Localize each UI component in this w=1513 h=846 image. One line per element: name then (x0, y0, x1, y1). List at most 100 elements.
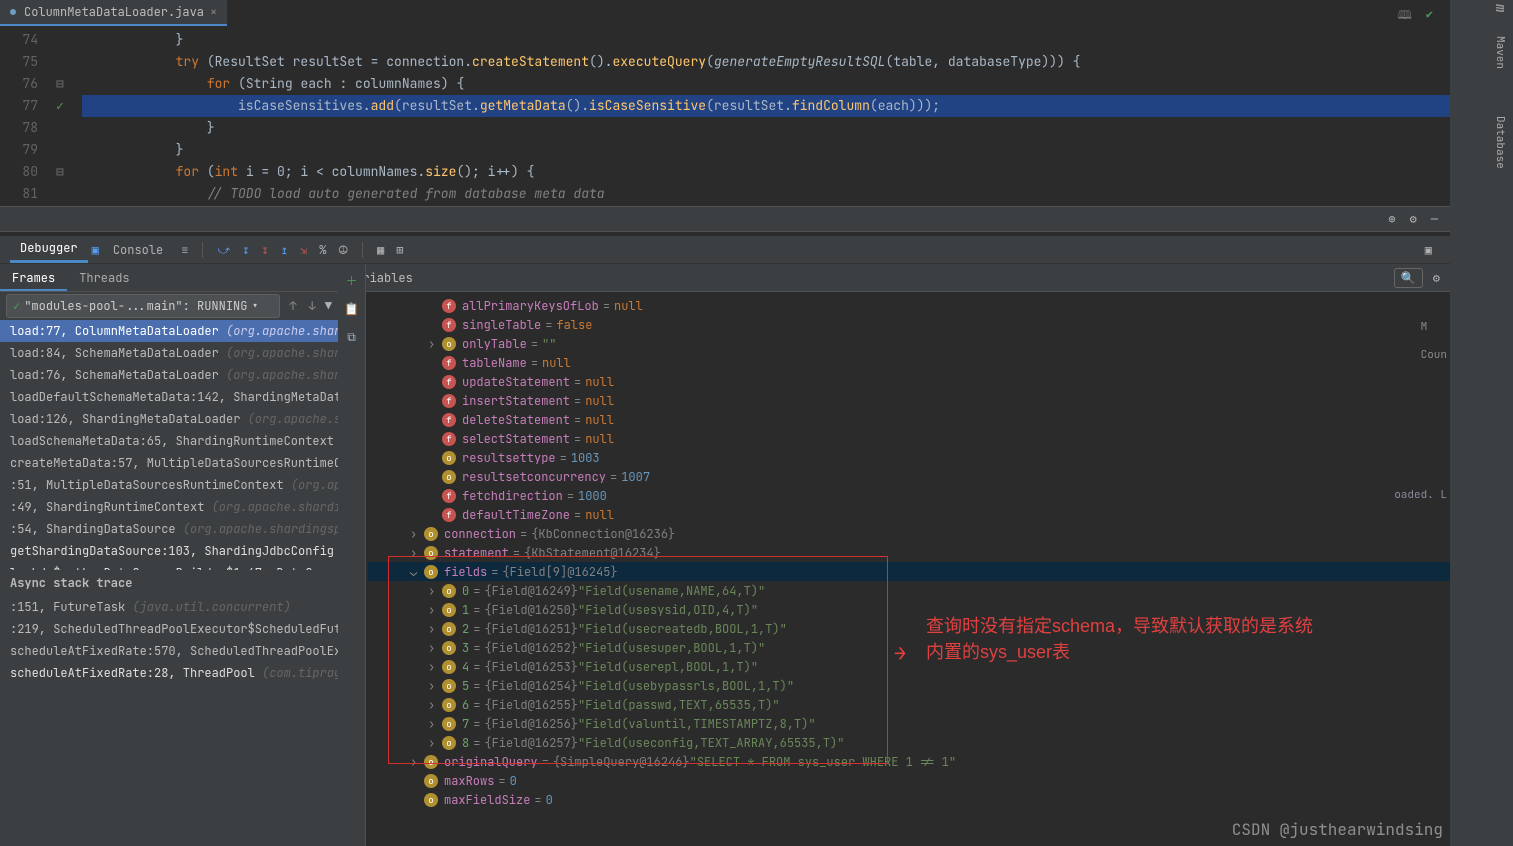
run-to-cursor-icon[interactable]: % (315, 242, 330, 258)
annotation-line2: 内置的sys_user表 (926, 638, 1070, 664)
variable-node[interactable]: omaxRows = 0 (368, 771, 1450, 790)
async-frame-list[interactable]: :151, FutureTask (java.util.concurrent):… (0, 596, 338, 846)
file-tab[interactable]: ColumnMetaDataLoader.java × (0, 0, 227, 26)
variables-header: Variables 🔍 ⚙ (338, 264, 1450, 292)
add-watch-icon[interactable]: ＋ (345, 272, 357, 289)
step-over-icon[interactable]: ⤻ (213, 242, 234, 258)
variable-node[interactable]: ›o3 = {Field@16252} "Field(usesuper,BOOL… (368, 638, 1450, 657)
step-out-icon[interactable]: ↥ (277, 242, 292, 258)
settings-icon[interactable]: ⚙ (1410, 211, 1417, 227)
annotation-arrow-icon: → (894, 640, 906, 666)
debug-tabs-bar: Debugger ▣ Console ≡ ⤻ ↧ ↧ ↥ ⇲ % ⦹ ▦ ⊞ ▣ (0, 236, 1450, 264)
frames-panel: Frames Threads ✓ "modules-pool-...main":… (0, 264, 338, 846)
threads-icon[interactable]: ≡ (177, 242, 192, 258)
variable-node[interactable]: fupdateStatement = null (368, 372, 1450, 391)
frames-toolbar: ✓ "modules-pool-...main": RUNNING ▾ ↑ ↓ … (0, 292, 338, 320)
database-tool-button[interactable]: Database (1491, 110, 1509, 175)
stack-frame[interactable]: getShardingDataSource:103, ShardingJdbcC… (0, 540, 338, 562)
variables-panel: Variables 🔍 ⚙ fallPrimaryKeysOfLob = nul… (338, 264, 1450, 846)
calculator-icon[interactable]: ▦ (373, 242, 388, 258)
stack-frame[interactable]: load:84, SchemaMetaDataLoader (org.apach… (0, 342, 338, 364)
next-frame-icon[interactable]: ↓ (306, 298, 319, 314)
separator (362, 242, 363, 258)
variable-node[interactable]: ffetchdirection = 1000 (368, 486, 1450, 505)
variable-node[interactable]: ›o7 = {Field@16256} "Field(valuntil,TIME… (368, 714, 1450, 733)
variable-node[interactable]: ›o4 = {Field@16253} "Field(userepl,BOOL,… (368, 657, 1450, 676)
loaded-text: oaded. L (1394, 488, 1447, 502)
reader-mode-icon[interactable]: 🕮 (1398, 6, 1412, 27)
link-icon[interactable]: ⧉ (347, 329, 356, 345)
stack-frame[interactable]: :51, MultipleDataSourcesRuntimeContext (… (0, 474, 338, 496)
variable-node[interactable]: ›oonlyTable = "" (368, 334, 1450, 353)
console-icon: ▣ (92, 242, 99, 258)
debugger-tab[interactable]: Debugger (10, 236, 88, 263)
thread-selector-dropdown[interactable]: ✓ "modules-pool-...main": RUNNING ▾ (6, 294, 280, 318)
variable-node[interactable]: fsingleTable = false (368, 315, 1450, 334)
editor-top-icons: 🕮 ✔ (1398, 6, 1433, 27)
step-into-icon[interactable]: ↧ (238, 242, 253, 258)
threads-tab[interactable]: Threads (67, 264, 141, 291)
variable-node[interactable]: omaxFieldSize = 0 (368, 790, 1450, 809)
check-icon: ✓ (13, 298, 20, 314)
gear-icon[interactable]: ⚙ (1433, 270, 1440, 286)
stack-frame[interactable]: :54, ShardingDataSource (org.apache.shar… (0, 518, 338, 540)
variable-node[interactable]: ›o0 = {Field@16249} "Field(usename,NAME,… (368, 581, 1450, 600)
stack-frame[interactable]: load:126, ShardingMetaDataLoader (org.ap… (0, 408, 338, 430)
stack-frame[interactable]: load:77, ColumnMetaDataLoader (org.apach… (0, 320, 338, 342)
variable-node[interactable]: oresultsettype = 1003 (368, 448, 1450, 467)
close-icon[interactable]: × (210, 4, 217, 20)
separator (202, 242, 203, 258)
stack-frame[interactable]: load:76, SchemaMetaDataLoader (org.apach… (0, 364, 338, 386)
variable-node[interactable]: ›ostatement = {KbStatement@16234} (368, 543, 1450, 562)
variable-node[interactable]: fdefaultTimeZone = null (368, 505, 1450, 524)
variable-node[interactable]: fdeleteStatement = null (368, 410, 1450, 429)
toolwindow-header-bar: ⊕ ⚙ — (0, 206, 1450, 232)
search-icon[interactable]: 🔍 (1394, 268, 1423, 288)
stack-frame[interactable]: :151, FutureTask (java.util.concurrent) (0, 596, 338, 618)
prev-frame-icon[interactable]: ↑ (286, 298, 299, 314)
force-step-into-icon[interactable]: ↧ (258, 242, 273, 258)
stack-frame[interactable]: loadSchemaMetaData:65, ShardingRuntimeCo… (0, 430, 338, 452)
variable-node[interactable]: oresultsetconcurrency = 1007 (368, 467, 1450, 486)
debug-panels: Frames Threads ✓ "modules-pool-...main":… (0, 264, 1450, 846)
variable-node[interactable]: ›o8 = {Field@16257} "Field(useconfig,TEX… (368, 733, 1450, 752)
variable-node[interactable]: finsertStatement = null (368, 391, 1450, 410)
layout-icon[interactable]: ⊞ (392, 242, 407, 258)
stack-frame[interactable]: scheduleAtFixedRate:570, ScheduledThread… (0, 640, 338, 662)
code-editor[interactable]: 7475767778798081 ⊟✓⊟ } try (ResultSet re… (0, 26, 1450, 206)
stack-frame[interactable]: loadDefaultSchemaMetaData:142, ShardingM… (0, 386, 338, 408)
frames-threads-tabs: Frames Threads (0, 264, 338, 292)
clipboard-icon[interactable]: 📋 (344, 301, 359, 317)
stack-frame[interactable]: :49, ShardingRuntimeContext (org.apache.… (0, 496, 338, 518)
variable-node[interactable]: ›oconnection = {KbConnection@16236} (368, 524, 1450, 543)
frame-list[interactable]: load:77, ColumnMetaDataLoader (org.apach… (0, 320, 338, 570)
frames-tab[interactable]: Frames (0, 264, 67, 291)
console-tab[interactable]: Console (103, 238, 173, 262)
variable-node[interactable]: ⌄ofields = {Field[9]@16245} (368, 562, 1450, 581)
stack-frame[interactable]: lambda$getLogDataSourceBuilder$1:67, Dat… (0, 562, 338, 570)
maven-tool-button[interactable]: Maven (1491, 30, 1509, 75)
variable-node[interactable]: ›o6 = {Field@16255} "Field(passwd,TEXT,6… (368, 695, 1450, 714)
variable-node[interactable]: ›o5 = {Field@16254} "Field(usebypassrls,… (368, 676, 1450, 695)
variable-node[interactable]: ›ooriginalQuery = {SimpleQuery@16246} "S… (368, 752, 1450, 771)
variable-node[interactable]: fselectStatement = null (368, 429, 1450, 448)
java-file-icon (10, 9, 16, 15)
stack-frame[interactable]: :219, ScheduledThreadPoolExecutor$Schedu… (0, 618, 338, 640)
stack-frame[interactable]: createMetaData:57, MultipleDataSourcesRu… (0, 452, 338, 474)
stack-frame[interactable]: scheduleAtFixedRate:28, ThreadPool (com.… (0, 662, 338, 684)
evaluate-icon[interactable]: ⦹ (334, 242, 352, 258)
file-tab-name: ColumnMetaDataLoader.java (24, 4, 204, 20)
code-content[interactable]: } try (ResultSet resultSet = connection.… (82, 29, 1450, 205)
line-number-gutter: 7475767778798081 (0, 26, 56, 205)
target-icon[interactable]: ⊕ (1388, 211, 1395, 227)
variable-node[interactable]: fallPrimaryKeysOfLob = null (368, 296, 1450, 315)
layout-settings-icon[interactable]: ▣ (1421, 242, 1436, 258)
variable-node[interactable]: ftableName = null (368, 353, 1450, 372)
inspection-ok-icon[interactable]: ✔ (1426, 6, 1433, 27)
annotation-line1: 查询时没有指定schema，导致默认获取的是系统 (926, 612, 1313, 638)
filter-icon[interactable]: ▼ (325, 298, 332, 314)
status-right: M Coun (1421, 320, 1447, 362)
minimize-icon[interactable]: — (1431, 211, 1438, 227)
drop-frame-icon[interactable]: ⇲ (296, 242, 311, 258)
variables-tree[interactable]: fallPrimaryKeysOfLob = nullfsingleTable … (338, 292, 1450, 846)
